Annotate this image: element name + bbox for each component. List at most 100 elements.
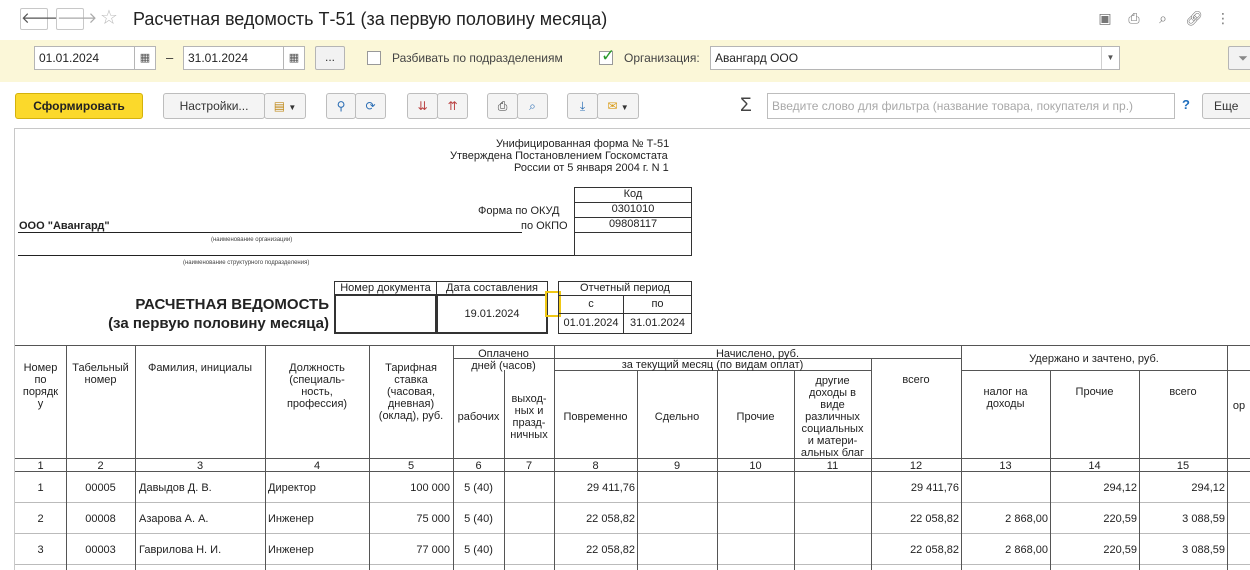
row-2-time-pay[interactable]: 22 058,82 xyxy=(554,513,635,526)
header-cut-column: ор xyxy=(1232,400,1246,412)
collapse-groups-button[interactable]: ⇈ xyxy=(437,93,468,119)
row-1-number[interactable]: 1 xyxy=(15,482,66,495)
header-position: Должность (специаль- ность, профессия) xyxy=(286,362,348,410)
row-2-bottom xyxy=(15,533,1250,534)
header-benefits: другие доходы в виде различных социальны… xyxy=(800,375,865,459)
split-by-department-checkbox[interactable] xyxy=(367,51,381,65)
send-email-button[interactable]: ✉ ▼ xyxy=(597,93,639,119)
row-2-other-withheld[interactable]: 220,59 xyxy=(1050,513,1137,526)
more-button[interactable]: Еще xyxy=(1202,93,1250,119)
print-preview-button[interactable]: ⌕ xyxy=(517,93,548,119)
header-piece-pay: Сдельно xyxy=(654,411,700,423)
row-2-rate[interactable]: 75 000 xyxy=(369,513,450,526)
date-range-dash: – xyxy=(166,50,174,65)
period-select-button[interactable]: ... xyxy=(315,46,345,70)
row-1-name[interactable]: Давыдов Д. В. xyxy=(139,482,212,495)
colnum-2: 2 xyxy=(97,460,104,472)
row-3-rate[interactable]: 77 000 xyxy=(369,544,450,557)
save-to-file-button[interactable]: ⤓ xyxy=(567,93,598,119)
header-current-month: за текущий месяц (по видам оплат) xyxy=(621,359,804,371)
row-3-withheld-total[interactable]: 3 088,59 xyxy=(1139,544,1225,557)
row-3-position[interactable]: Инженер xyxy=(268,544,314,557)
row-2-tab-number[interactable]: 00008 xyxy=(66,513,135,526)
colnum-1: 1 xyxy=(37,460,44,472)
row-2-accrued-total[interactable]: 22 058,82 xyxy=(871,513,959,526)
colnum-10: 10 xyxy=(749,460,762,472)
row-2-days[interactable]: 5 (40) xyxy=(453,513,504,526)
row-3-income-tax[interactable]: 2 868,00 xyxy=(961,544,1048,557)
period-from-value: 01.01.2024 xyxy=(558,313,624,334)
print-preview-icon: ⌕ xyxy=(529,99,536,113)
dropdown-arrow-icon[interactable]: ▼ xyxy=(1101,47,1119,69)
row-3-name[interactable]: Гаврилова Н. И. xyxy=(139,544,221,557)
sum-icon[interactable]: Σ xyxy=(740,94,752,118)
colnum-7: 7 xyxy=(525,460,533,472)
header-time-pay: Повременно xyxy=(563,411,628,423)
row-2-number[interactable]: 2 xyxy=(15,513,66,526)
header-tab-number: Табельный номер xyxy=(72,362,129,386)
row-1-days[interactable]: 5 (40) xyxy=(453,482,504,495)
organization-underline xyxy=(18,232,522,233)
settings-button[interactable]: Настройки... xyxy=(163,93,265,119)
filter-funnel-icon[interactable]: ⏷ xyxy=(1228,46,1250,70)
row-3-time-pay[interactable]: 22 058,82 xyxy=(554,544,635,557)
row-3-tab-number[interactable]: 00003 xyxy=(66,544,135,557)
envelope-icon: ✉ xyxy=(607,99,618,113)
help-button[interactable]: ? xyxy=(1182,97,1190,112)
find-next-button[interactable]: ⟳ xyxy=(355,93,386,119)
row-1-accrued-total[interactable]: 29 411,76 xyxy=(871,482,959,495)
withheld-subheader-line xyxy=(961,370,1250,371)
row-2-name[interactable]: Азарова А. А. xyxy=(139,513,208,526)
chevron-down-icon: ▼ xyxy=(288,103,297,112)
date-to-field[interactable]: 31.01.2024 xyxy=(183,46,284,70)
print-icon[interactable]: ⎙ xyxy=(1125,9,1143,27)
header-paid-days: Оплачено дней (часов) xyxy=(471,348,536,372)
printer-icon: ⎙ xyxy=(497,99,508,113)
row-3-accrued-total[interactable]: 22 058,82 xyxy=(871,544,959,557)
header-other-pay: Прочие xyxy=(736,411,775,423)
organization-checkbox[interactable] xyxy=(599,46,615,66)
save-icon[interactable]: ▣ xyxy=(1096,9,1114,27)
okpo-label: по ОКПО xyxy=(521,220,568,232)
row-1-rate[interactable]: 100 000 xyxy=(369,482,450,495)
print-button[interactable]: ⎙ xyxy=(487,93,518,119)
row-2-withheld-total[interactable]: 3 088,59 xyxy=(1139,513,1225,526)
variants-dropdown-button[interactable]: ▤ ▼ xyxy=(264,93,306,119)
date-from-field[interactable]: 01.01.2024 xyxy=(34,46,135,70)
calendar-to-icon[interactable]: ▦ xyxy=(283,46,305,70)
favorite-star-icon[interactable]: ☆ xyxy=(100,6,118,30)
report-filter-input[interactable]: Введите слово для фильтра (название това… xyxy=(767,93,1175,119)
colnum-13: 13 xyxy=(999,460,1012,472)
row-1-time-pay[interactable]: 29 411,76 xyxy=(554,482,635,495)
row-3-days[interactable]: 5 (40) xyxy=(453,544,504,557)
organization-select[interactable]: Авангард ООО ▼ xyxy=(710,46,1120,70)
forward-button[interactable]: 🡒 xyxy=(56,8,97,30)
calendar-from-icon[interactable]: ▦ xyxy=(134,46,156,70)
find-button[interactable]: ⚲ xyxy=(326,93,356,119)
window-title: Расчетная ведомость Т-51 (за первую поло… xyxy=(133,9,608,29)
header-withheld-total: всего xyxy=(1169,386,1197,398)
row-2-income-tax[interactable]: 2 868,00 xyxy=(961,513,1048,526)
back-button[interactable]: 🡐 xyxy=(20,8,61,30)
doc-number-header: Номер документа xyxy=(334,281,437,295)
header-other-withheld: Прочие xyxy=(1075,386,1114,398)
row-3-other-withheld[interactable]: 220,59 xyxy=(1050,544,1137,557)
expand-groups-button[interactable]: ⇊ xyxy=(407,93,438,119)
row-1-withheld-total[interactable]: 294,12 xyxy=(1139,482,1225,495)
report-variants-icon: ▤ xyxy=(273,99,286,113)
col-line-15 xyxy=(1227,345,1228,570)
generate-button[interactable]: Сформировать xyxy=(15,93,143,119)
link-icon[interactable]: 🔗︎ xyxy=(1185,9,1203,27)
row-3-number[interactable]: 3 xyxy=(15,544,66,557)
more-vertical-icon[interactable]: ⋮ xyxy=(1214,9,1232,27)
row-1-tab-number[interactable]: 00005 xyxy=(66,482,135,495)
doc-number-cell xyxy=(334,294,437,334)
report-spreadsheet[interactable]: Унифицированная форма № Т-51 Утверждена … xyxy=(14,128,1250,570)
colnum-11: 11 xyxy=(826,460,839,472)
row-1-other-withheld[interactable]: 294,12 xyxy=(1050,482,1137,495)
colnum-8: 8 xyxy=(592,460,599,472)
row-2-position[interactable]: Инженер xyxy=(268,513,314,526)
colnum-9: 9 xyxy=(673,460,681,472)
row-1-position[interactable]: Директор xyxy=(268,482,316,495)
preview-icon[interactable]: ⌕ xyxy=(1154,9,1172,27)
